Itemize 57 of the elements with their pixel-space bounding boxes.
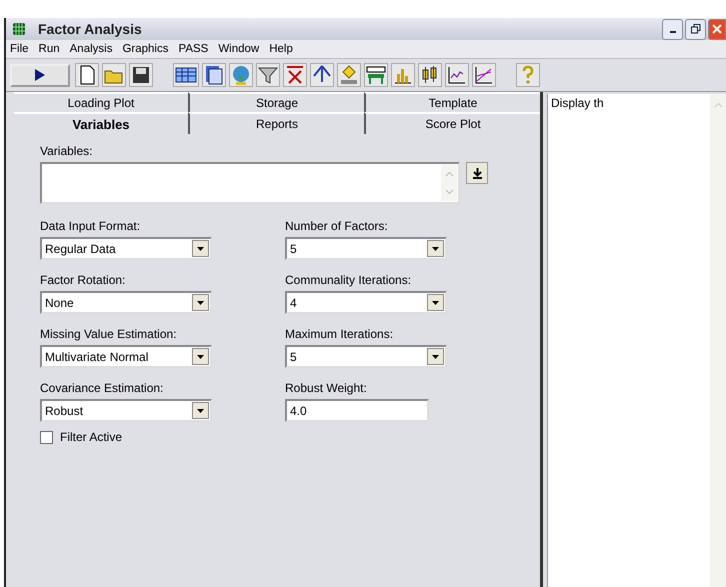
menu-item[interactable]: PASS	[178, 43, 208, 55]
menu-item[interactable]: Run	[38, 43, 60, 55]
play-icon	[34, 68, 46, 82]
tab[interactable]: Template	[364, 92, 540, 112]
new-document-icon[interactable]	[75, 63, 99, 87]
menu-item[interactable]: Window	[218, 43, 260, 55]
dropdown[interactable]: 5	[285, 345, 447, 368]
window-title: Factor Analysis	[38, 21, 142, 37]
text-field[interactable]: 4.0	[285, 399, 429, 422]
tab[interactable]: Variables	[14, 112, 188, 134]
tab[interactable]: Reports	[188, 112, 364, 134]
minimize-button[interactable]	[662, 18, 683, 40]
scrollbar[interactable]	[710, 94, 726, 587]
download-arrow-icon	[472, 167, 482, 179]
table-icon[interactable]	[173, 63, 199, 87]
field-label: Factor Rotation:	[40, 273, 126, 287]
table-chart-icon[interactable]	[364, 63, 388, 87]
dropdown[interactable]: None	[40, 291, 212, 314]
restore-icon	[690, 24, 700, 34]
field-label: Missing Value Estimation:	[40, 327, 178, 341]
field-label: Maximum Iterations:	[285, 327, 394, 341]
restore-button[interactable]	[685, 18, 706, 40]
open-folder-icon[interactable]	[102, 63, 126, 87]
app-icon	[12, 22, 26, 36]
field-label: Covariance Estimation:	[40, 381, 164, 395]
field-label: Robust Weight:	[285, 381, 368, 395]
save-icon[interactable]	[129, 63, 153, 87]
pick-button[interactable]	[466, 162, 488, 184]
line-chart-icon[interactable]	[472, 63, 496, 87]
tab[interactable]: Storage	[188, 92, 364, 112]
field-label: Data Input Format:	[40, 219, 142, 233]
tab[interactable]: Loading Plot	[14, 92, 188, 112]
checkbox-label: Filter Active	[60, 430, 122, 444]
dropdown[interactable]: Robust	[40, 399, 212, 422]
funnel-icon[interactable]	[256, 63, 280, 87]
menu-item[interactable]: Help	[269, 43, 293, 55]
help-text: Display th	[550, 95, 605, 112]
scatter-chart-icon[interactable]	[445, 63, 469, 87]
close-icon	[712, 24, 722, 34]
dropdown[interactable]: 4	[285, 291, 447, 314]
delete-icon[interactable]	[283, 63, 307, 87]
field-label: Variables:	[40, 144, 94, 158]
field-label: Communality Iterations:	[285, 273, 412, 287]
checkbox[interactable]	[40, 430, 53, 444]
field-label: Number of Factors:	[285, 219, 389, 233]
tab[interactable]: Score Plot	[364, 112, 540, 134]
box-plot-icon[interactable]	[418, 63, 442, 87]
menu-item[interactable]: Graphics	[122, 43, 168, 55]
menu-item[interactable]: Analysis	[70, 43, 112, 55]
dropdown[interactable]: Multivariate Normal	[40, 345, 212, 368]
dropdown[interactable]: 5	[285, 237, 447, 260]
menu-item[interactable]: File	[10, 43, 29, 55]
variables-field[interactable]	[40, 162, 460, 204]
document-icon[interactable]	[202, 63, 226, 87]
dropdown[interactable]: Regular Data	[40, 237, 212, 260]
close-button[interactable]	[708, 18, 726, 40]
run-button[interactable]	[10, 64, 70, 86]
